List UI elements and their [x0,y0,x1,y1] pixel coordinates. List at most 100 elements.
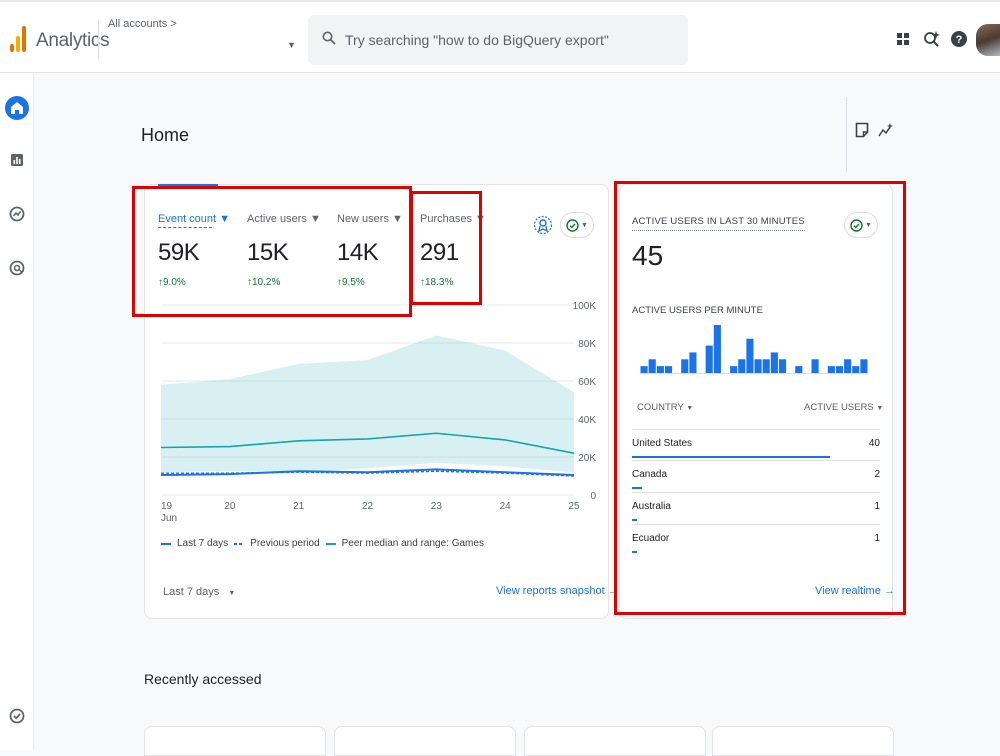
dropdown-arrow-icon: ▼ [876,405,884,412]
benchmark-icon[interactable] [533,212,553,243]
per-minute-bar [778,359,787,373]
link-label: View realtime [815,585,881,597]
table-row[interactable]: United States 40 [632,429,880,460]
realtime-status-button[interactable]: ▼ [844,212,878,238]
recent-item-card[interactable] [524,726,706,756]
metric-value: 59K [158,239,200,266]
search-bar[interactable] [308,15,688,65]
view-reports-snapshot-link[interactable]: View reports snapshot → [496,585,619,597]
per-minute-bar [811,359,819,373]
share-bar [632,519,637,521]
realtime-title[interactable]: ACTIVE USERS IN LAST 30 MINUTES [632,216,805,231]
y-tick-label: 100K [573,301,597,312]
recent-item-card[interactable] [334,726,516,756]
dropdown-arrow-icon[interactable]: ▼ [392,213,403,225]
legend-label: Last 7 days [177,538,229,549]
user-avatar[interactable] [976,24,1000,56]
per-minute-bar [713,325,721,373]
nav-explore-icon[interactable] [5,202,29,226]
metric-value: 291 [420,239,459,266]
x-sublabel: Jun [161,513,177,524]
metric-delta: 9.5% [342,277,365,288]
x-tick-label: 25 [568,501,580,512]
customize-icon[interactable] [855,122,869,143]
arrow-right-icon: → [883,585,895,597]
apps-grid-icon[interactable] [892,28,914,50]
per-minute-bar [852,366,860,373]
y-tick-label: 60K [578,377,596,388]
nav-reports-icon[interactable] [5,148,29,172]
per-minute-bar [738,359,746,373]
dropdown-arrow-icon: ▼ [228,590,236,597]
nav-home-icon[interactable] [5,96,29,120]
recent-item-card[interactable] [144,726,326,756]
per-minute-bar [770,352,778,373]
nav-admin-check-icon[interactable] [5,704,29,728]
dropdown-arrow-icon: ▼ [581,221,588,229]
metric-tab-new-users[interactable]: New users ▼ 14K ↑9.5% [337,213,403,288]
check-circle-icon [850,218,863,232]
metric-tab-active-users[interactable]: Active users ▼ 15K ↑10.2% [247,213,321,288]
account-dropdown-icon[interactable]: ▼ [287,40,296,50]
section-title-recently-accessed: Recently accessed [144,671,262,687]
x-tick-label: 22 [362,501,374,512]
svg-text:?: ? [956,34,963,46]
metric-tab-purchases[interactable]: Purchases ▼ 291 ↑18.3% [420,213,486,288]
per-minute-bar [656,366,664,373]
per-minute-bar [664,366,673,373]
x-tick-label: 21 [293,501,305,512]
account-selector-label[interactable]: All accounts > [108,18,177,30]
page-title: Home [141,125,190,145]
share-bar [632,456,830,458]
x-tick-label: 19 [161,501,173,512]
per-minute-bar [754,359,762,373]
analytics-logo-icon[interactable] [10,26,26,52]
view-realtime-link[interactable]: View realtime → [815,585,895,597]
dropdown-arrow-icon[interactable]: ▼ [310,213,321,225]
peer-range-area [161,335,574,473]
metric-delta: 18.3% [425,277,454,288]
data-quality-status-button[interactable]: ▼ [560,212,594,238]
top-bar: Analytics All accounts > ▼ ? [0,0,1000,73]
x-tick-label: 23 [431,501,443,512]
country-value: 2 [874,469,880,480]
table-row[interactable]: Australia 1 [632,492,880,523]
search-input[interactable] [345,29,675,51]
per-minute-bar [689,352,697,373]
country-value: 40 [868,438,880,449]
help-icon[interactable]: ? [948,28,970,50]
country-name: Ecuador [632,533,670,544]
metric-tab-event-count[interactable]: Event count ▼ 59K ↑9.0% [158,213,230,288]
metric-label: Active users [247,213,307,225]
per-minute-bar [827,366,835,373]
insights-search-icon[interactable] [921,28,943,50]
line-chart: 100K 80K 60K 40K 20K 0 19 20 21 22 23 24 25 Jun [160,301,597,524]
table-row[interactable]: Canada 2 [632,460,880,491]
y-tick-label: 80K [578,339,596,350]
x-tick-label: 20 [224,501,236,512]
nav-advertising-icon[interactable] [5,256,29,280]
country-name: Canada [632,469,668,480]
check-circle-icon [566,218,579,232]
active-tab-indicator [158,184,218,187]
share-bar [632,487,642,489]
country-value: 1 [874,501,880,512]
country-name: United States [632,438,693,449]
dropdown-arrow-icon[interactable]: ▼ [219,213,230,225]
date-range-selector[interactable]: Last 7 days ▼ [163,586,235,598]
column-header-country[interactable]: COUNTRY ▼ [637,402,693,413]
per-minute-bar [730,366,738,373]
realtime-subtitle: ACTIVE USERS PER MINUTE [632,305,763,316]
dropdown-arrow-icon[interactable]: ▼ [475,213,486,225]
x-tick-label: 24 [500,501,512,512]
date-range-label: Last 7 days [163,586,220,598]
per-minute-bar [746,338,754,373]
recent-item-card[interactable] [712,726,894,756]
column-header-active-users[interactable]: ACTIVE USERS ▼ [804,402,883,413]
insights-icon[interactable] [878,122,894,143]
table-row[interactable]: Ecuador 1 [632,524,880,555]
metric-delta: 9.0% [163,277,186,288]
link-label: View reports snapshot [496,585,605,597]
legend-label: Previous period [250,538,320,549]
arrow-right-icon: → [607,585,619,597]
